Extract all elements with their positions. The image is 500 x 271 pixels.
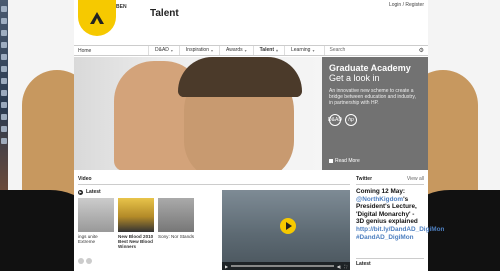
carousel-prev-button[interactable]	[78, 258, 84, 264]
search-input[interactable]: Search	[324, 46, 410, 55]
latest-label: Latest	[86, 189, 101, 195]
hp-logo-icon: hp	[345, 114, 357, 126]
video-thumb-image	[158, 198, 194, 232]
play-icon[interactable]: ▶	[225, 264, 228, 269]
twitter-latest-label: Latest	[356, 258, 424, 267]
video-thumbnails: ings unite Extreme New Blood 2010 Best N…	[78, 198, 194, 249]
dock-icon[interactable]	[1, 90, 7, 96]
chevron-down-icon: ▾	[275, 48, 278, 53]
pencil-logo-icon	[90, 12, 104, 24]
twitter-section-heading: Twitter View all	[356, 176, 424, 185]
video-section-heading: Video	[78, 176, 350, 185]
tweet-lead: Coming 12 May:	[356, 188, 406, 195]
fullscreen-icon[interactable]: ⛶	[344, 264, 347, 269]
video-thumb[interactable]: Sony: Nor Stands	[158, 198, 194, 249]
nav-item-talent[interactable]: Talent ▾	[252, 46, 284, 55]
carousel-nav	[78, 258, 92, 264]
dock-icon[interactable]	[1, 138, 7, 144]
chevron-down-icon: ▾	[312, 48, 315, 53]
nav-item-inspiration[interactable]: Inspiration ▾	[178, 46, 219, 55]
hero-description: An innovative new scheme to create a bri…	[329, 88, 416, 106]
hero-banner[interactable]: Graduate Academy Get a look in An innova…	[74, 57, 428, 170]
nav-item-label: Awards	[226, 47, 243, 53]
nav-home-link[interactable]: Home	[74, 48, 148, 54]
dock-icon[interactable]	[1, 114, 7, 120]
dandad-badge-icon: D&AD	[328, 114, 342, 126]
chevron-down-icon: ▾	[211, 48, 214, 53]
dock-icon[interactable]	[1, 78, 7, 84]
partner-logos: D&AD hp	[328, 114, 421, 126]
nav-item-label: D&AD	[155, 47, 169, 53]
nav-item-label: Talent	[259, 47, 274, 53]
tweet-handle-link[interactable]: @NorthKigdom	[356, 196, 403, 203]
dock-icon[interactable]	[1, 54, 7, 60]
dock-icon[interactable]	[1, 102, 7, 108]
main-nav: Home D&AD ▾ Inspiration ▾ Awards ▾ Talent ▾ …	[74, 45, 428, 56]
nav-item-learning[interactable]: Learning ▾	[284, 46, 320, 55]
nav-item-awards[interactable]: Awards ▾	[219, 46, 253, 55]
dock-icon[interactable]	[1, 66, 7, 72]
read-more-label: Read More	[335, 158, 360, 164]
video-thumb[interactable]: New Blood 2010 Best New Blood Winners	[118, 198, 154, 249]
video-thumb-image	[118, 198, 154, 232]
seek-bar[interactable]	[231, 265, 334, 267]
video-thumb[interactable]: ings unite Extreme	[78, 198, 114, 249]
dock-icon[interactable]	[1, 18, 7, 24]
video-thumb-caption: Sony: Nor Stands	[158, 234, 195, 239]
hero-photo	[74, 57, 322, 170]
dandad-logo[interactable]	[78, 0, 116, 36]
gear-icon[interactable]: ⚙	[419, 47, 424, 54]
twitter-feed: Coming 12 May: @NorthKigdom's President'…	[356, 188, 444, 258]
tweet: Coming 12 May: @NorthKigdom's President'…	[356, 188, 444, 241]
hero-subtitle: Get a look in	[329, 73, 380, 83]
video-player[interactable]: ▶ ◀) ⛶	[222, 190, 350, 270]
volume-icon[interactable]: ◀)	[337, 264, 341, 269]
logo-tag: BEN	[116, 4, 127, 10]
hero-hair-image	[178, 57, 302, 97]
nav-item-label: Inspiration	[185, 47, 209, 53]
video-thumb-image	[78, 198, 114, 232]
dock-icon[interactable]	[1, 6, 7, 12]
hero-title: Graduate Academy	[329, 63, 411, 73]
player-controls: ▶ ◀) ⛶	[222, 262, 350, 270]
nav-item-label: Learning	[291, 47, 311, 53]
chevron-down-icon: ▾	[170, 48, 173, 53]
nav-item-dandad[interactable]: D&AD ▾	[148, 46, 179, 55]
dock-icon[interactable]	[1, 30, 7, 36]
site-header: BEN Talent Login / Register	[74, 0, 428, 44]
view-all-link[interactable]: View all	[407, 176, 424, 184]
dock-icon[interactable]	[1, 42, 7, 48]
play-circle-icon: ▶	[78, 189, 83, 195]
read-more-link[interactable]: Read More	[329, 158, 360, 164]
page-title: Talent	[150, 8, 179, 19]
video-section: ▶ Latest ings unite Extreme New Blood 20…	[78, 188, 350, 270]
chevron-down-icon: ▾	[244, 48, 247, 53]
web-page: BEN Talent Login / Register Home D&AD ▾ I…	[74, 0, 444, 271]
video-thumb-caption: ings unite Extreme	[78, 234, 98, 244]
video-thumb-caption: New Blood 2010 Best New Blood Winners	[118, 234, 154, 249]
carousel-next-button[interactable]	[86, 258, 92, 264]
square-bullet-icon	[329, 159, 333, 163]
twitter-heading-label: Twitter	[356, 176, 373, 182]
dock-icon[interactable]	[1, 126, 7, 132]
play-button[interactable]	[280, 218, 296, 234]
hero-text-panel: Graduate Academy Get a look in An innova…	[322, 57, 428, 170]
login-register-link[interactable]: Login / Register	[389, 2, 424, 8]
